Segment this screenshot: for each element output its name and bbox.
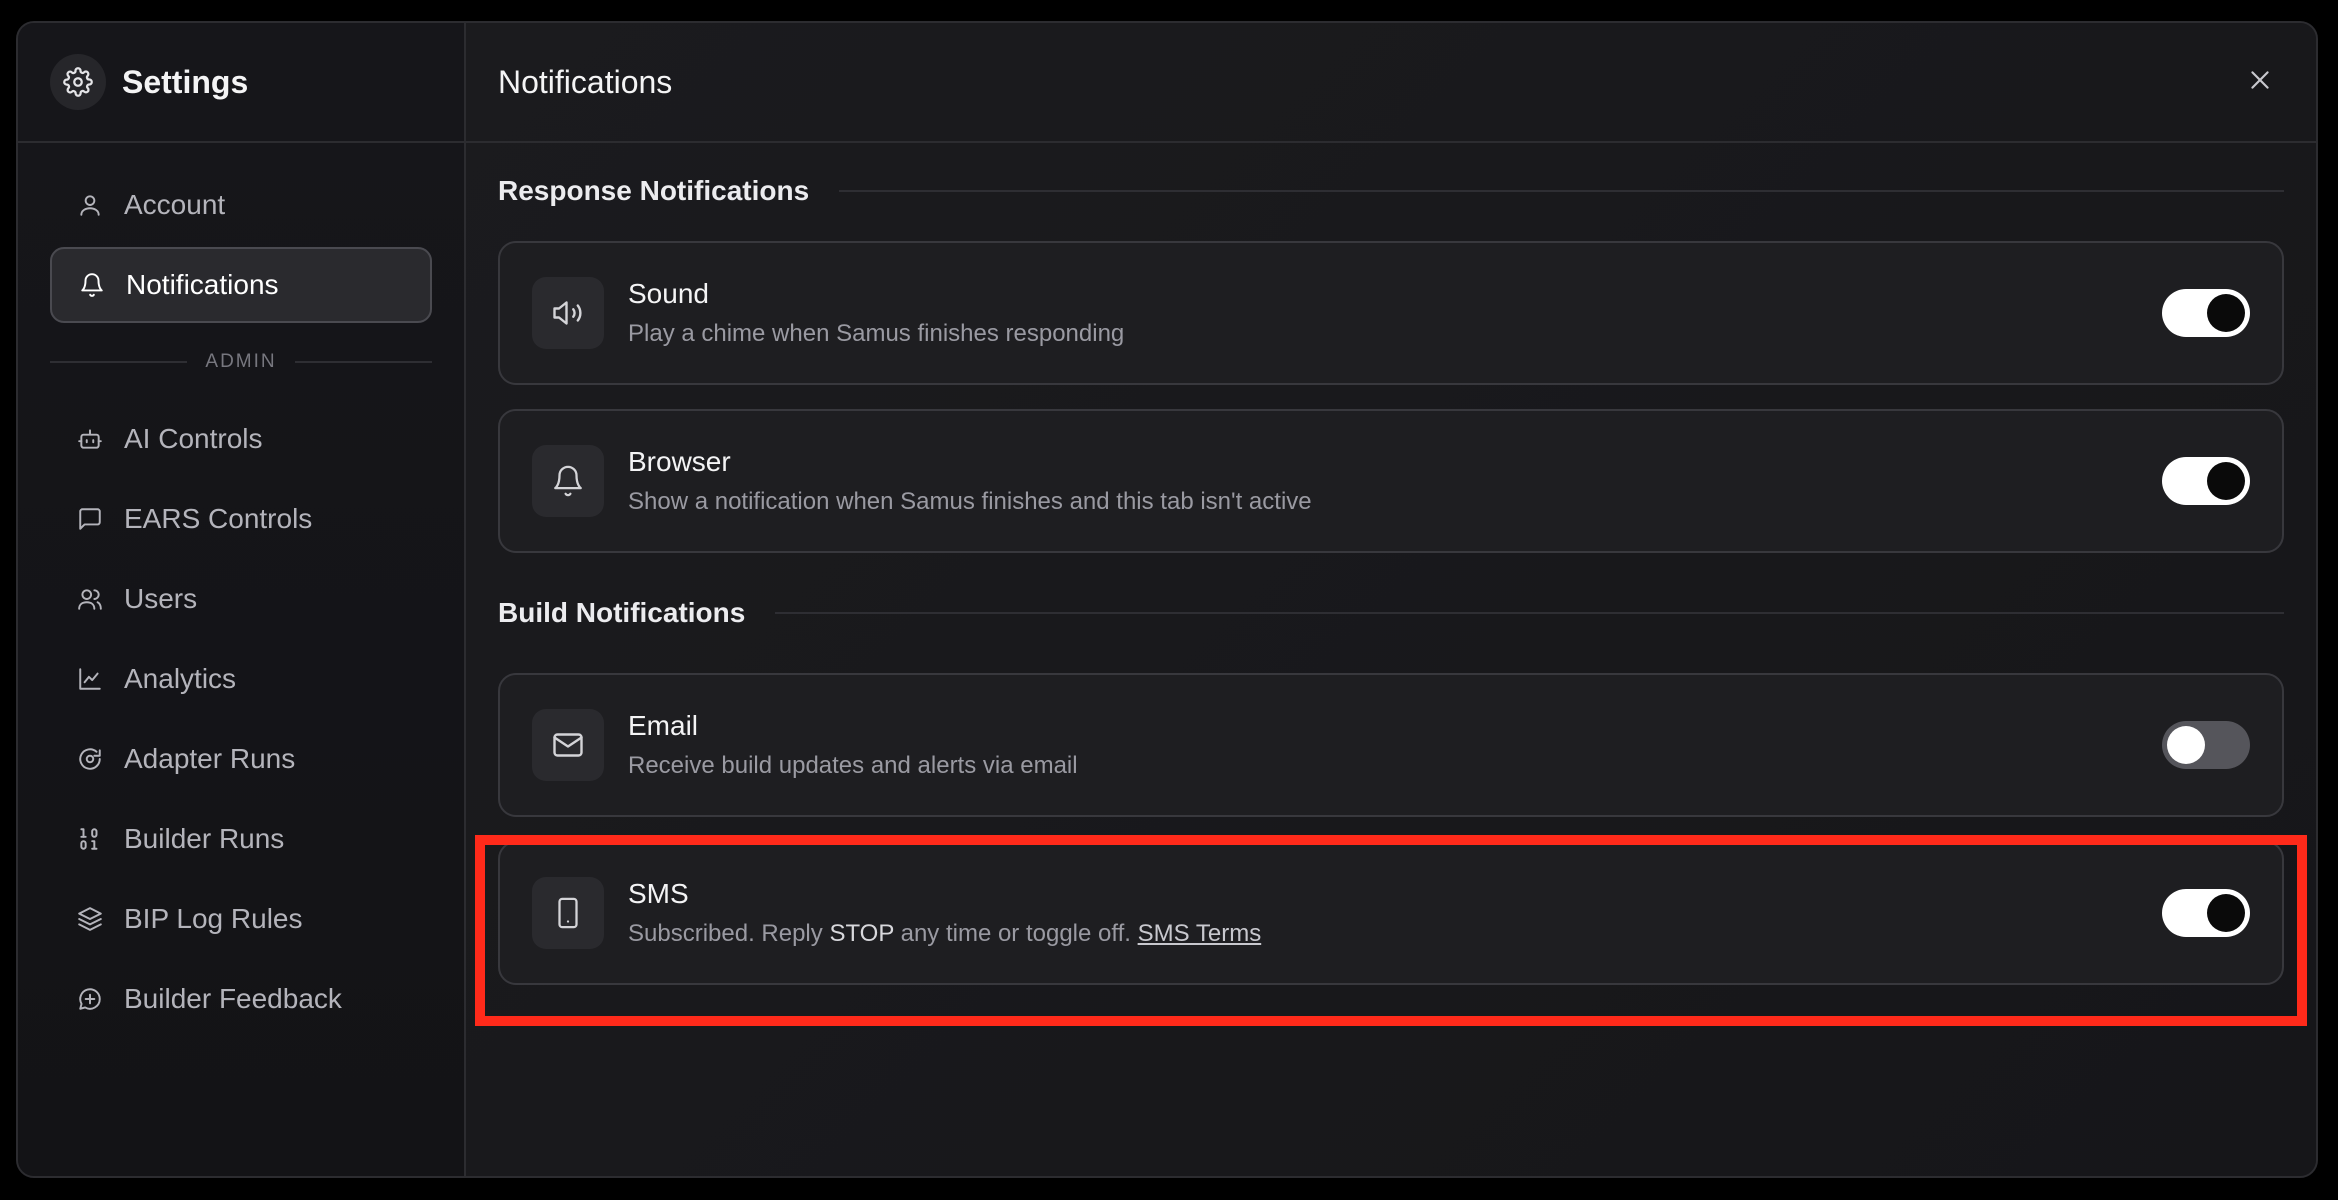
card-text: SMS Subscribed. Reply STOP any time or t… bbox=[628, 878, 2162, 948]
users-icon bbox=[74, 583, 106, 615]
setting-card-sms: SMS Subscribed. Reply STOP any time or t… bbox=[498, 841, 2284, 985]
settings-modal: Settings Account Notifications ADMIN AI … bbox=[16, 21, 2318, 1178]
sidebar-item-analytics[interactable]: Analytics bbox=[50, 639, 432, 719]
section-line bbox=[839, 190, 2284, 192]
setting-description: Subscribed. Reply STOP any time or toggl… bbox=[628, 920, 2162, 948]
sidebar-item-label: Notifications bbox=[126, 269, 279, 300]
binary-icon bbox=[74, 823, 106, 855]
section-header-build: Build Notifications bbox=[498, 585, 2284, 641]
section-title: Build Notifications bbox=[498, 597, 746, 628]
bell-icon bbox=[76, 269, 108, 301]
divider-line bbox=[294, 361, 433, 363]
sidebar-item-ears-controls[interactable]: EARS Controls bbox=[50, 479, 432, 559]
close-button[interactable] bbox=[2236, 58, 2284, 106]
sidebar-item-adapter-runs[interactable]: Adapter Runs bbox=[50, 719, 432, 799]
toggle-knob bbox=[2207, 894, 2245, 932]
sidebar-item-label: Users bbox=[124, 583, 198, 614]
sidebar-item-notifications[interactable]: Notifications bbox=[50, 247, 432, 323]
refresh-cycle-icon bbox=[74, 743, 106, 775]
user-icon bbox=[74, 189, 106, 221]
close-icon bbox=[2247, 67, 2273, 98]
sms-stop-keyword: STOP bbox=[829, 920, 894, 947]
sound-toggle[interactable] bbox=[2162, 289, 2250, 337]
setting-description: Play a chime when Samus finishes respond… bbox=[628, 320, 1125, 347]
sms-desc-suffix: any time or toggle off. bbox=[893, 920, 1138, 947]
setting-card-email: Email Receive build updates and alerts v… bbox=[498, 673, 2284, 817]
sidebar-item-users[interactable]: Users bbox=[50, 559, 432, 639]
email-toggle[interactable] bbox=[2162, 721, 2250, 769]
sidebar-item-label: Builder Feedback bbox=[124, 983, 342, 1014]
main-header: Notifications bbox=[466, 23, 2316, 143]
setting-card-sound: Sound Play a chime when Samus finishes r… bbox=[498, 241, 2284, 385]
sidebar-nav: Account Notifications ADMIN AI Controls bbox=[18, 143, 464, 1039]
setting-title: SMS bbox=[628, 878, 689, 909]
setting-description: Show a notification when Samus finishes … bbox=[628, 488, 1312, 515]
mail-icon bbox=[532, 709, 604, 781]
smartphone-icon bbox=[532, 877, 604, 949]
card-text: Sound Play a chime when Samus finishes r… bbox=[628, 278, 2162, 348]
setting-description: Receive build updates and alerts via ema… bbox=[628, 752, 1078, 779]
sidebar-item-account[interactable]: Account bbox=[50, 167, 432, 243]
sidebar: Settings Account Notifications ADMIN AI … bbox=[18, 23, 466, 1176]
divider-line bbox=[50, 361, 188, 363]
settings-content: Response Notifications Sound Play a chim… bbox=[466, 163, 2316, 985]
sidebar-item-label: Analytics bbox=[124, 663, 237, 694]
toggle-knob bbox=[2207, 462, 2245, 500]
sidebar-item-ai-controls[interactable]: AI Controls bbox=[50, 399, 432, 479]
admin-divider: ADMIN bbox=[50, 351, 433, 373]
admin-nav-list: AI Controls EARS Controls Users Analytic… bbox=[50, 399, 432, 1039]
main-panel: Notifications Response Notifications Sou… bbox=[466, 23, 2316, 1176]
page-title: Notifications bbox=[498, 63, 673, 100]
line-chart-icon bbox=[74, 663, 106, 695]
sms-terms-link[interactable]: SMS Terms bbox=[1138, 920, 1262, 947]
setting-title: Sound bbox=[628, 278, 709, 309]
bell-icon bbox=[532, 445, 604, 517]
section-line bbox=[775, 612, 2284, 614]
toggle-knob bbox=[2167, 726, 2205, 764]
section-title: Response Notifications bbox=[498, 175, 810, 206]
sidebar-item-label: BIP Log Rules bbox=[124, 903, 303, 934]
app-title: Settings bbox=[122, 63, 249, 100]
setting-title: Browser bbox=[628, 446, 731, 477]
gear-icon bbox=[50, 54, 106, 110]
bot-icon bbox=[74, 423, 106, 455]
setting-card-browser: Browser Show a notification when Samus f… bbox=[498, 409, 2284, 553]
sms-toggle[interactable] bbox=[2162, 889, 2250, 937]
message-plus-icon bbox=[74, 983, 106, 1015]
speaker-icon bbox=[532, 277, 604, 349]
sidebar-item-label: Builder Runs bbox=[124, 823, 285, 854]
admin-section-label: ADMIN bbox=[205, 351, 277, 372]
sidebar-item-label: EARS Controls bbox=[124, 503, 313, 534]
setting-title: Email bbox=[628, 710, 699, 741]
card-text: Browser Show a notification when Samus f… bbox=[628, 446, 2162, 516]
layers-icon bbox=[74, 903, 106, 935]
browser-toggle[interactable] bbox=[2162, 457, 2250, 505]
sidebar-item-label: Adapter Runs bbox=[124, 743, 296, 774]
message-square-icon bbox=[74, 503, 106, 535]
sidebar-item-label: Account bbox=[124, 189, 226, 220]
sidebar-item-label: AI Controls bbox=[124, 423, 263, 454]
toggle-knob bbox=[2207, 294, 2245, 332]
card-text: Email Receive build updates and alerts v… bbox=[628, 710, 2162, 780]
sidebar-item-builder-feedback[interactable]: Builder Feedback bbox=[50, 959, 432, 1039]
sidebar-item-bip-log-rules[interactable]: BIP Log Rules bbox=[50, 879, 432, 959]
sidebar-header: Settings bbox=[18, 23, 464, 143]
sms-desc-prefix: Subscribed. Reply bbox=[628, 920, 830, 947]
sidebar-item-builder-runs[interactable]: Builder Runs bbox=[50, 799, 432, 879]
section-header-response: Response Notifications bbox=[498, 163, 2284, 219]
